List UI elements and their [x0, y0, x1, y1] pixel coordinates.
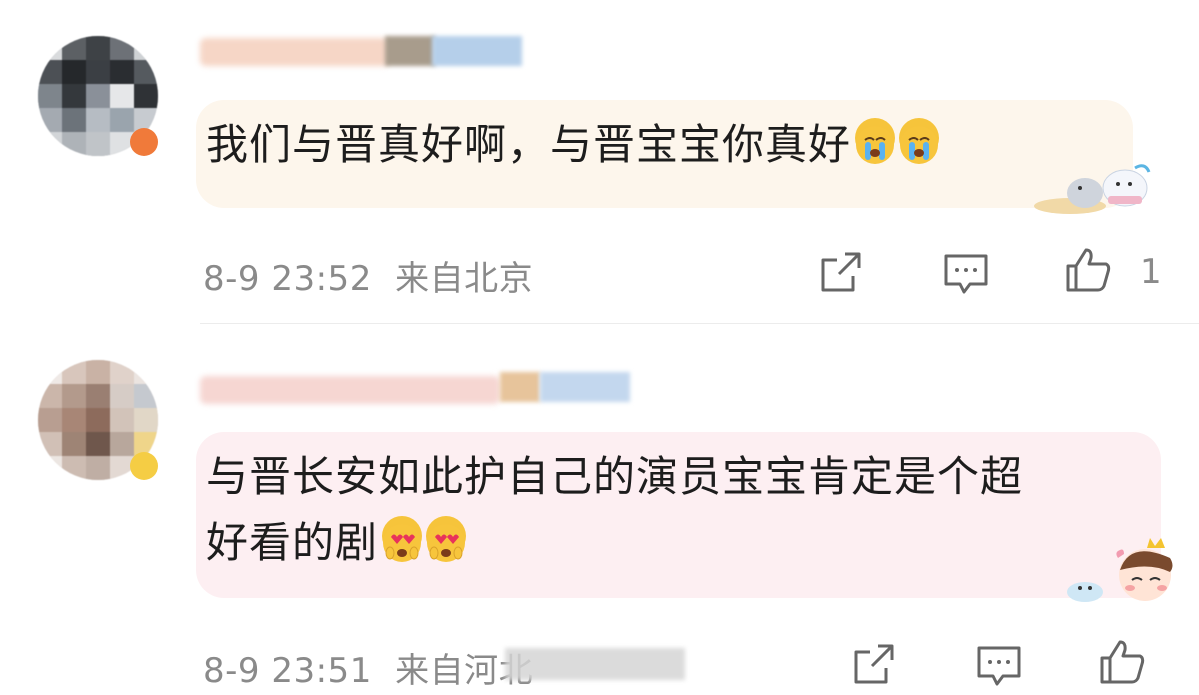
user-badge-blurred: [432, 36, 522, 66]
user-badge-blurred: [385, 36, 435, 66]
reply-button[interactable]: [975, 642, 1023, 690]
like-button[interactable]: [1098, 638, 1146, 686]
share-button[interactable]: [817, 248, 865, 296]
timestamp: 8-9 23:52: [203, 259, 372, 299]
comment-text-content: 我们与晋真好啊，与晋宝宝你真好: [206, 120, 852, 169]
reply-button[interactable]: [942, 250, 990, 298]
comment-icon: [977, 646, 1021, 686]
comment-text-content: 好看的剧: [206, 518, 379, 567]
verified-badge-icon: [130, 452, 158, 480]
crying-face-icon: [855, 118, 896, 164]
like-button[interactable]: [1064, 246, 1112, 294]
share-icon: [821, 252, 861, 292]
comment-item: 与晋长安如此护自己的演员宝宝肯定是个超 好看的剧 8-9 23:51 来自河北: [0, 340, 1199, 695]
comment-icon: [944, 254, 988, 294]
comment-meta: 8-9 23:51 来自河北: [203, 643, 533, 692]
comment-bubble: 与晋长安如此护自己的演员宝宝肯定是个超 好看的剧: [196, 432, 1161, 598]
username-blurred[interactable]: [200, 376, 500, 404]
comment-text: 与晋长安如此护自己的演员宝宝肯定是个超 好看的剧: [206, 444, 1146, 576]
crying-face-icon: [899, 118, 940, 164]
heart-eyes-face-icon: [426, 516, 467, 562]
thumbs-up-icon: [1066, 248, 1111, 292]
location: 来自北京: [395, 259, 534, 299]
share-icon: [854, 644, 894, 684]
comment-item: 我们与晋真好啊，与晋宝宝你真好 8-9 23:52 来自北京 1: [0, 0, 1199, 324]
timestamp: 8-9 23:51: [203, 651, 372, 691]
seal-sticker-icon: [1030, 158, 1155, 218]
share-button[interactable]: [850, 640, 898, 688]
username-blurred[interactable]: [200, 38, 390, 66]
divider: [200, 323, 1199, 324]
comment-meta: 8-9 23:52 来自北京: [203, 251, 533, 300]
comment-text: 我们与晋真好啊，与晋宝宝你真好: [206, 112, 940, 178]
cartoon-boy-sticker-icon: [1050, 530, 1190, 610]
like-count: 1: [1140, 252, 1162, 292]
comment-text-line: 好看的剧: [206, 510, 1146, 576]
watermark-blurred: [505, 648, 685, 680]
comment-text-line: 与晋长安如此护自己的演员宝宝肯定是个超: [206, 452, 1024, 501]
comment-bubble: 我们与晋真好啊，与晋宝宝你真好: [196, 100, 1133, 208]
verified-badge-icon: [130, 128, 158, 156]
user-badge-blurred: [540, 372, 630, 402]
heart-eyes-face-icon: [382, 516, 423, 562]
user-badge-blurred: [500, 372, 540, 402]
thumbs-up-icon: [1100, 640, 1145, 684]
